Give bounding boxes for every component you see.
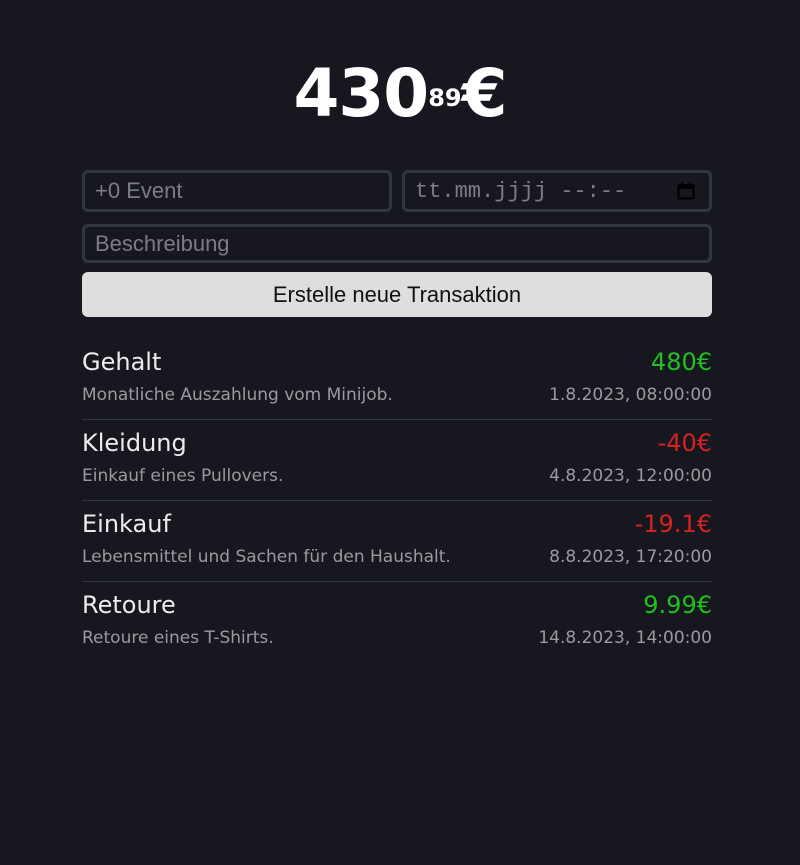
transaction-item[interactable]: Kleidung -40€ Einkauf eines Pullovers. 4… <box>82 420 712 501</box>
form-row-top: tt.mm.jjjj --:-- <box>82 170 712 212</box>
transaction-amount: 9.99€ <box>643 591 712 619</box>
transaction-title: Retoure <box>82 591 176 619</box>
balance-cents: 89 <box>428 84 462 112</box>
transaction-date: 8.8.2023, 17:20:00 <box>549 547 712 567</box>
balance-currency: € <box>461 55 508 132</box>
transaction-description: Einkauf eines Pullovers. <box>82 466 284 486</box>
app: 43089€ tt.mm.jjjj --:-- Erstelle neue Tr… <box>0 0 800 865</box>
transaction-title: Einkauf <box>82 510 171 538</box>
transaction-date: 14.8.2023, 14:00:00 <box>538 628 712 648</box>
transaction-description: Monatliche Auszahlung vom Minijob. <box>82 385 393 405</box>
transaction-title: Gehalt <box>82 348 162 376</box>
description-input[interactable] <box>82 224 712 263</box>
balance-display: 43089€ <box>0 52 800 136</box>
amount-event-input[interactable] <box>82 170 392 212</box>
datetime-input[interactable]: tt.mm.jjjj --:-- <box>402 170 712 212</box>
transaction-amount: 480€ <box>650 348 712 376</box>
transaction-date: 4.8.2023, 12:00:00 <box>549 466 712 486</box>
transaction-description: Lebensmittel und Sachen für den Haushalt… <box>82 547 451 567</box>
create-transaction-button[interactable]: Erstelle neue Transaktion <box>82 272 712 317</box>
transaction-item[interactable]: Einkauf -19.1€ Lebensmittel und Sachen f… <box>82 501 712 582</box>
transaction-list: Gehalt 480€ Monatliche Auszahlung vom Mi… <box>82 339 712 663</box>
new-transaction-form: tt.mm.jjjj --:-- Erstelle neue Transakti… <box>82 170 712 317</box>
transaction-title: Kleidung <box>82 429 187 457</box>
calendar-icon[interactable] <box>677 182 695 200</box>
balance-whole: 430 <box>293 55 429 132</box>
transaction-amount: -40€ <box>657 429 712 457</box>
transaction-amount: -19.1€ <box>634 510 712 538</box>
transaction-item[interactable]: Gehalt 480€ Monatliche Auszahlung vom Mi… <box>82 339 712 420</box>
transaction-item[interactable]: Retoure 9.99€ Retoure eines T-Shirts. 14… <box>82 582 712 663</box>
transaction-description: Retoure eines T-Shirts. <box>82 628 274 648</box>
transaction-date: 1.8.2023, 08:00:00 <box>549 385 712 405</box>
datetime-placeholder: tt.mm.jjjj --:-- <box>415 178 627 204</box>
